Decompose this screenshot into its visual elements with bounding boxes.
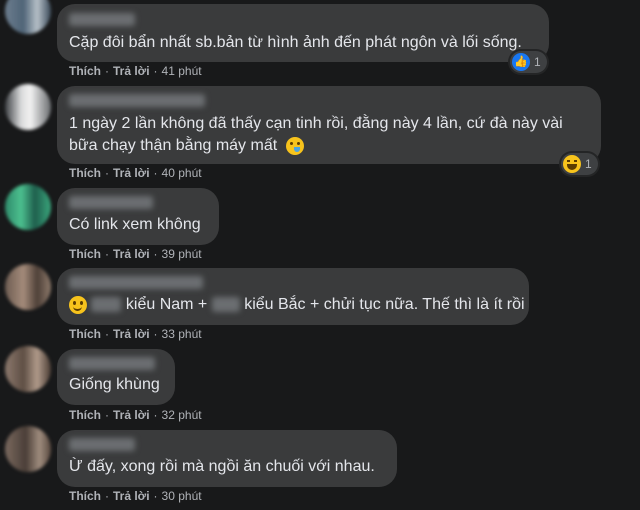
comment-bubble: kiểu Nam + kiểu Bắc + chửi tục nữa. Thế … xyxy=(57,268,529,325)
comment-text: 1 ngày 2 lần không đã thấy cạn tinh rồi,… xyxy=(69,115,563,132)
author-name[interactable] xyxy=(69,438,135,451)
comment-bubble: Có link xem không xyxy=(57,188,219,245)
like-button[interactable]: Thích xyxy=(69,489,101,503)
avatar[interactable] xyxy=(5,346,51,392)
timestamp[interactable]: 30 phút xyxy=(162,489,202,503)
reply-button[interactable]: Trả lời xyxy=(113,489,150,503)
comment-text: Cặp đôi bẩn nhất sb.bản từ hình ảnh đến … xyxy=(69,34,522,51)
author-name[interactable] xyxy=(69,276,203,289)
redacted-word xyxy=(211,297,240,313)
author-name[interactable] xyxy=(69,94,205,107)
timestamp[interactable]: 32 phút xyxy=(162,408,202,422)
comment-text: Ừ đấy, xong rồi mà ngồi ăn chuối với nha… xyxy=(69,458,375,475)
reply-button[interactable]: Trả lời xyxy=(113,166,150,180)
like-button[interactable]: Thích xyxy=(69,64,101,78)
like-button[interactable]: Thích xyxy=(69,166,101,180)
reaction-badge[interactable]: 1 xyxy=(561,153,598,175)
like-button[interactable]: Thích xyxy=(69,327,101,341)
reply-button[interactable]: Trả lời xyxy=(113,64,150,78)
avatar[interactable] xyxy=(5,184,51,230)
comment-bubble: 1 ngày 2 lần không đã thấy cạn tinh rồi,… xyxy=(57,86,601,164)
timestamp[interactable]: 40 phút xyxy=(162,166,202,180)
comment-bubble: Ừ đấy, xong rồi mà ngồi ăn chuối với nha… xyxy=(57,430,397,487)
avatar[interactable] xyxy=(5,426,51,472)
comment-bubble: Cặp đôi bẩn nhất sb.bản từ hình ảnh đến … xyxy=(57,4,549,62)
redacted-word xyxy=(91,297,122,313)
reaction-count: 1 xyxy=(534,55,541,69)
like-button[interactable]: Thích xyxy=(69,247,101,261)
comment-actions: Thích · Trả lời · 39 phút xyxy=(69,247,202,261)
avatar[interactable] xyxy=(5,84,51,130)
avatar[interactable] xyxy=(5,264,51,310)
comment-actions: Thích · Trả lời · 41 phút xyxy=(69,64,202,78)
comment-actions: Thích · Trả lời · 30 phút xyxy=(69,489,202,503)
timestamp[interactable]: 41 phút xyxy=(162,64,202,78)
comment-bubble: Giống khùng xyxy=(57,349,175,405)
reply-button[interactable]: Trả lời xyxy=(113,327,150,341)
author-name[interactable] xyxy=(69,13,135,26)
reply-button[interactable]: Trả lời xyxy=(113,247,150,261)
reply-button[interactable]: Trả lời xyxy=(113,408,150,422)
author-name[interactable] xyxy=(69,357,155,370)
comment-actions: Thích · Trả lời · 40 phút xyxy=(69,166,202,180)
reaction-badge[interactable]: 👍 1 xyxy=(510,51,547,73)
like-button[interactable]: Thích xyxy=(69,408,101,422)
timestamp[interactable]: 39 phút xyxy=(162,247,202,261)
comment-text: Có link xem không xyxy=(69,216,201,233)
avatar[interactable] xyxy=(5,0,51,34)
like-icon: 👍 xyxy=(512,53,530,71)
comment-text: kiểu Nam + kiểu Bắc + chửi tục nữa. Thế … xyxy=(69,294,525,316)
comment-actions: Thích · Trả lời · 33 phút xyxy=(69,327,202,341)
timestamp[interactable]: 33 phút xyxy=(162,327,202,341)
haha-icon xyxy=(563,155,581,173)
reaction-count: 1 xyxy=(585,157,592,171)
comment-text: bữa chạy thận bằng máy mất xyxy=(69,135,304,157)
comment-text: Giống khùng xyxy=(69,376,160,393)
author-name[interactable] xyxy=(69,196,153,209)
comment-actions: Thích · Trả lời · 32 phút xyxy=(69,408,202,422)
smile-emoji-icon xyxy=(69,295,87,314)
drool-emoji-icon xyxy=(285,136,304,155)
